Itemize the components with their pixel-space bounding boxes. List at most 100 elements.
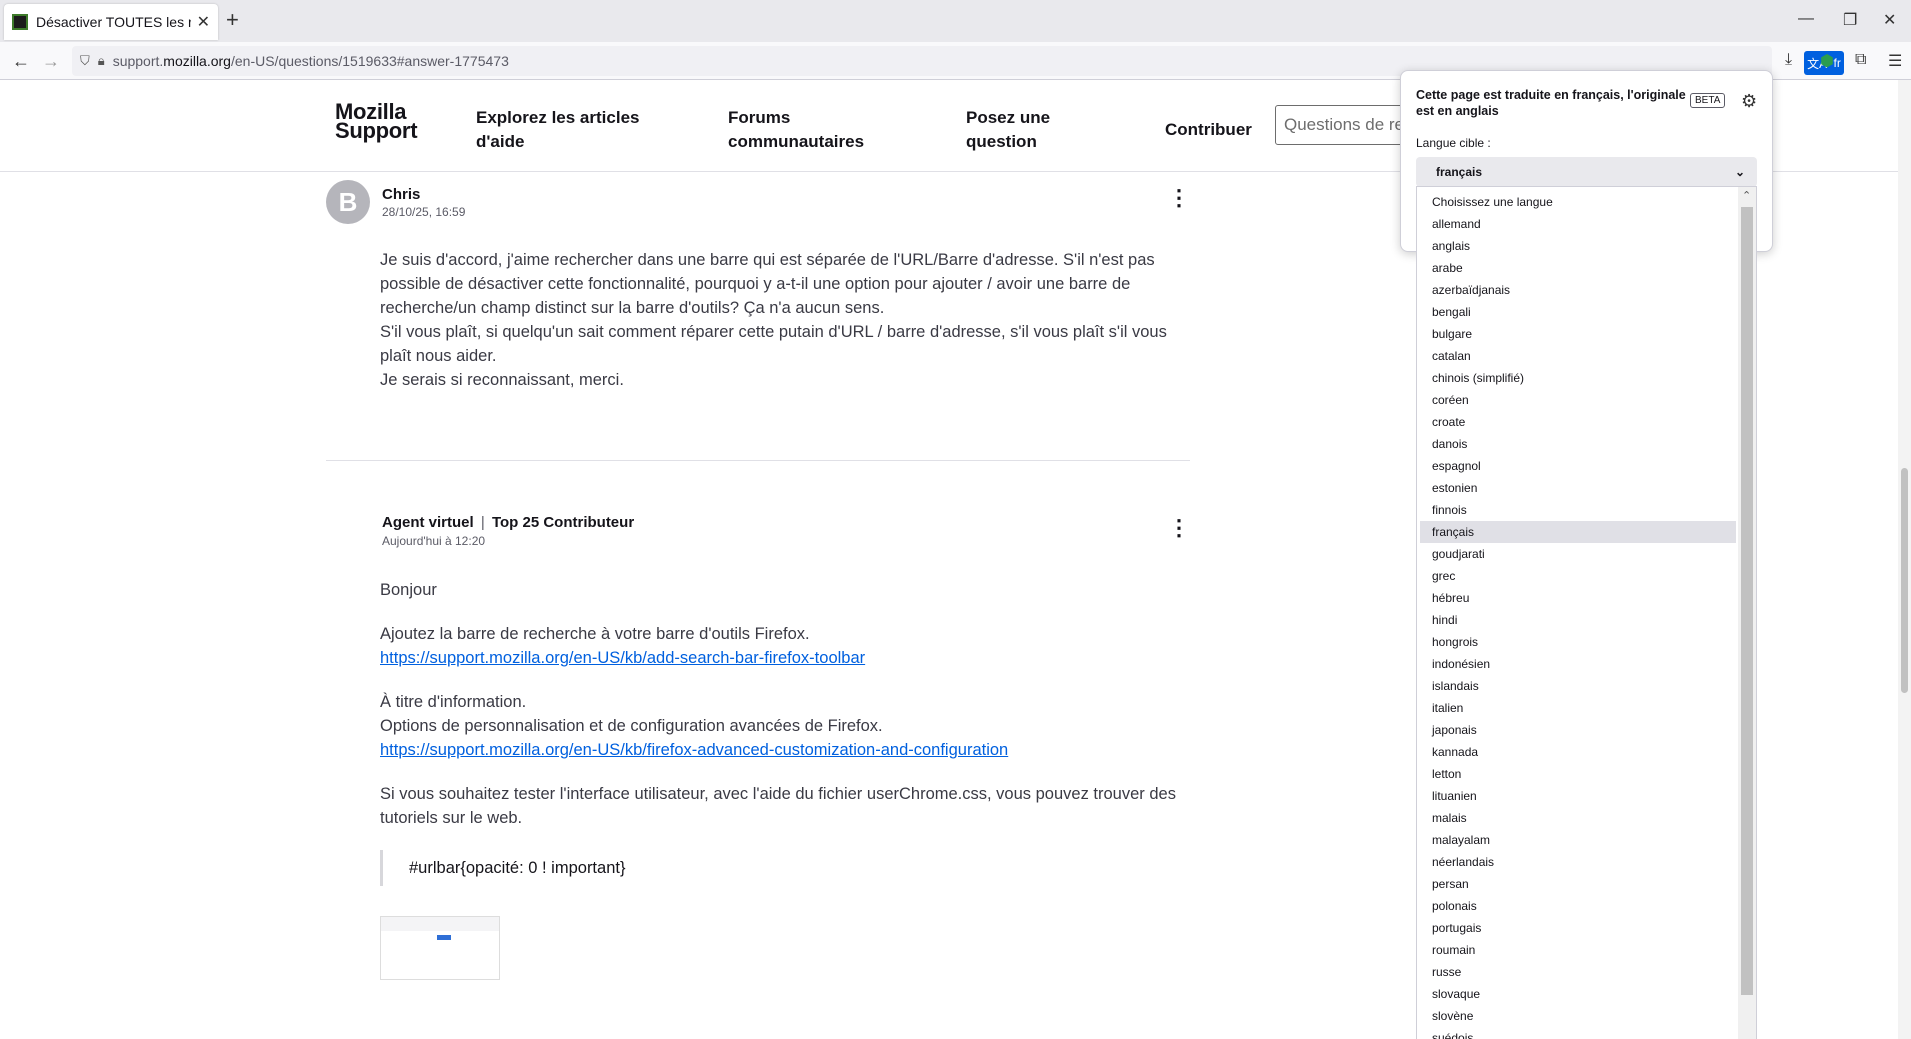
target-language-label: Langue cible : <box>1416 136 1491 150</box>
language-option[interactable]: letton <box>1420 763 1736 785</box>
nav-label-line1: Explorez les articles <box>476 108 640 127</box>
language-option[interactable]: suédois <box>1420 1027 1736 1039</box>
post-paragraph: Je serais si reconnaissant, merci. <box>380 371 624 389</box>
language-option[interactable]: portugais <box>1420 917 1736 939</box>
language-option[interactable]: hébreu <box>1420 587 1736 609</box>
post-author[interactable]: Chris <box>382 186 420 203</box>
scrollbar-thumb[interactable] <box>1901 468 1908 693</box>
language-option[interactable]: grec <box>1420 565 1736 587</box>
chevron-down-icon: ⌄ <box>1734 165 1745 179</box>
language-option[interactable]: hindi <box>1420 609 1736 631</box>
language-option[interactable]: goudjarati <box>1420 543 1736 565</box>
language-option[interactable]: coréen <box>1420 389 1736 411</box>
language-option[interactable]: roumain <box>1420 939 1736 961</box>
language-option[interactable]: catalan <box>1420 345 1736 367</box>
language-option[interactable]: arabe <box>1420 257 1736 279</box>
language-dropdown-list[interactable]: Choisissez une langue allemand anglais arab… <box>1416 186 1757 1039</box>
extensions-icon[interactable]: ⧉ <box>1855 51 1866 69</box>
language-option[interactable]: finnois <box>1420 499 1736 521</box>
translate-lang-code: fr <box>1833 56 1841 70</box>
answer-post: Agent virtuel | Top 25 Contributeur Aujo… <box>326 510 1190 1039</box>
site-logo[interactable]: Mozilla Support <box>335 101 418 143</box>
nav-label-line1: Contribuer <box>1165 120 1252 139</box>
nav-contribute[interactable]: Contribuer <box>1165 118 1252 142</box>
tab-close-icon[interactable]: ✕ <box>197 12 210 32</box>
dropdown-scrollbar[interactable]: ⌃ <box>1738 187 1756 1039</box>
extension-shield-icon[interactable]: ⬢ <box>1820 51 1834 71</box>
beta-badge: BETA <box>1690 93 1726 108</box>
nav-community-forums[interactable]: Forums communautaires <box>728 106 864 154</box>
language-option[interactable]: danois <box>1420 433 1736 455</box>
language-option[interactable]: italien <box>1420 697 1736 719</box>
language-option[interactable]: japonais <box>1420 719 1736 741</box>
language-option[interactable]: espagnol <box>1420 455 1736 477</box>
language-option[interactable]: anglais <box>1420 235 1736 257</box>
back-icon[interactable]: ← <box>12 51 30 71</box>
tab-active[interactable]: Désactiver TOUTES les recherch ✕ <box>4 4 218 40</box>
tab-title: Désactiver TOUTES les recherch <box>36 14 191 30</box>
post-author-line: Agent virtuel | Top 25 Contributeur <box>382 514 634 531</box>
language-option[interactable]: estonien <box>1420 477 1736 499</box>
forward-icon[interactable]: → <box>42 51 60 71</box>
language-option[interactable]: islandais <box>1420 675 1736 697</box>
nav-label-line2: communautaires <box>728 132 865 151</box>
post-date[interactable]: Aujourd'hui à 12:20 <box>382 534 485 548</box>
language-option[interactable]: polonais <box>1420 895 1736 917</box>
language-option[interactable]: Choisissez une langue <box>1420 191 1736 213</box>
code-block: #urlbar{opacité: 0 ! important} <box>380 850 1190 886</box>
target-language-select[interactable]: français ⌄ <box>1416 157 1757 187</box>
help-article-link[interactable]: https://support.mozilla.org/en-US/kb/fir… <box>380 741 1008 759</box>
language-option[interactable]: russe <box>1420 961 1736 983</box>
page-scrollbar[interactable] <box>1898 80 1911 1039</box>
language-option[interactable]: malais <box>1420 807 1736 829</box>
post-author[interactable]: Agent virtuel <box>382 514 474 531</box>
more-options-icon[interactable]: ⋮ <box>1168 187 1190 209</box>
nav-label-line2: question <box>966 132 1037 151</box>
language-option[interactable]: bengali <box>1420 301 1736 323</box>
new-tab-icon[interactable]: + <box>226 8 239 32</box>
language-option[interactable]: lituanien <box>1420 785 1736 807</box>
avatar[interactable]: B <box>326 180 370 224</box>
language-option[interactable]: slovaque <box>1420 983 1736 1005</box>
screenshot-thumbnail[interactable] <box>380 916 500 980</box>
help-article-link[interactable]: https://support.mozilla.org/en-US/kb/add… <box>380 649 865 667</box>
nav-label-line1: Posez une <box>966 108 1051 127</box>
language-option[interactable]: persan <box>1420 873 1736 895</box>
post-paragraph: Je suis d'accord, j'aime rechercher dans… <box>380 251 1155 317</box>
download-icon[interactable]: ⤓ <box>1785 51 1792 69</box>
post-body: Bonjour Ajoutez la barre de recherche à … <box>380 578 1190 980</box>
shield-icon[interactable]: ⛉ <box>80 53 90 69</box>
tab-strip: Désactiver TOUTES les recherch ✕ + — ❐ ✕ <box>0 0 1911 42</box>
language-option[interactable]: bulgare <box>1420 323 1736 345</box>
language-option[interactable]: croate <box>1420 411 1736 433</box>
url-text[interactable]: support.mozilla.org/en-US/questions/1519… <box>113 53 509 69</box>
lock-icon[interactable]: 🔒︎ <box>98 53 105 69</box>
menu-icon[interactable]: ☰ <box>1888 51 1902 71</box>
language-option[interactable]: néerlandais <box>1420 851 1736 873</box>
gear-icon[interactable]: ⚙ <box>1741 91 1757 112</box>
language-option[interactable]: slovène <box>1420 1005 1736 1027</box>
language-option[interactable]: kannada <box>1420 741 1736 763</box>
language-option[interactable]: allemand <box>1420 213 1736 235</box>
chevron-up-icon[interactable]: ⌃ <box>1742 189 1751 202</box>
translation-status: Cette page est traduite en français, l'o… <box>1416 88 1686 118</box>
language-option[interactable]: malayalam <box>1420 829 1736 851</box>
more-options-icon[interactable]: ⋮ <box>1168 517 1190 539</box>
restore-icon[interactable]: ❐ <box>1843 10 1857 30</box>
language-option[interactable]: français <box>1420 521 1736 543</box>
close-window-icon[interactable]: ✕ <box>1883 10 1896 30</box>
language-option[interactable]: azerbaïdjanais <box>1420 279 1736 301</box>
scrollbar-thumb[interactable] <box>1741 207 1753 995</box>
nav-explore-articles[interactable]: Explorez les articles d'aide <box>476 106 639 154</box>
minimize-icon[interactable]: — <box>1798 10 1814 28</box>
nav-ask-question[interactable]: Posez une question <box>966 106 1050 154</box>
language-option[interactable]: indonésien <box>1420 653 1736 675</box>
post-date[interactable]: 28/10/25, 16:59 <box>382 205 465 219</box>
nav-label-line2: d'aide <box>476 132 525 151</box>
post-divider <box>326 460 1190 461</box>
language-option[interactable]: chinois (simplifié) <box>1420 367 1736 389</box>
logo-line2: Support <box>335 118 418 143</box>
post-paragraph: À titre d'information. <box>380 693 527 711</box>
language-option[interactable]: hongrois <box>1420 631 1736 653</box>
post-paragraph: Si vous souhaitez tester l'interface uti… <box>380 785 1176 827</box>
